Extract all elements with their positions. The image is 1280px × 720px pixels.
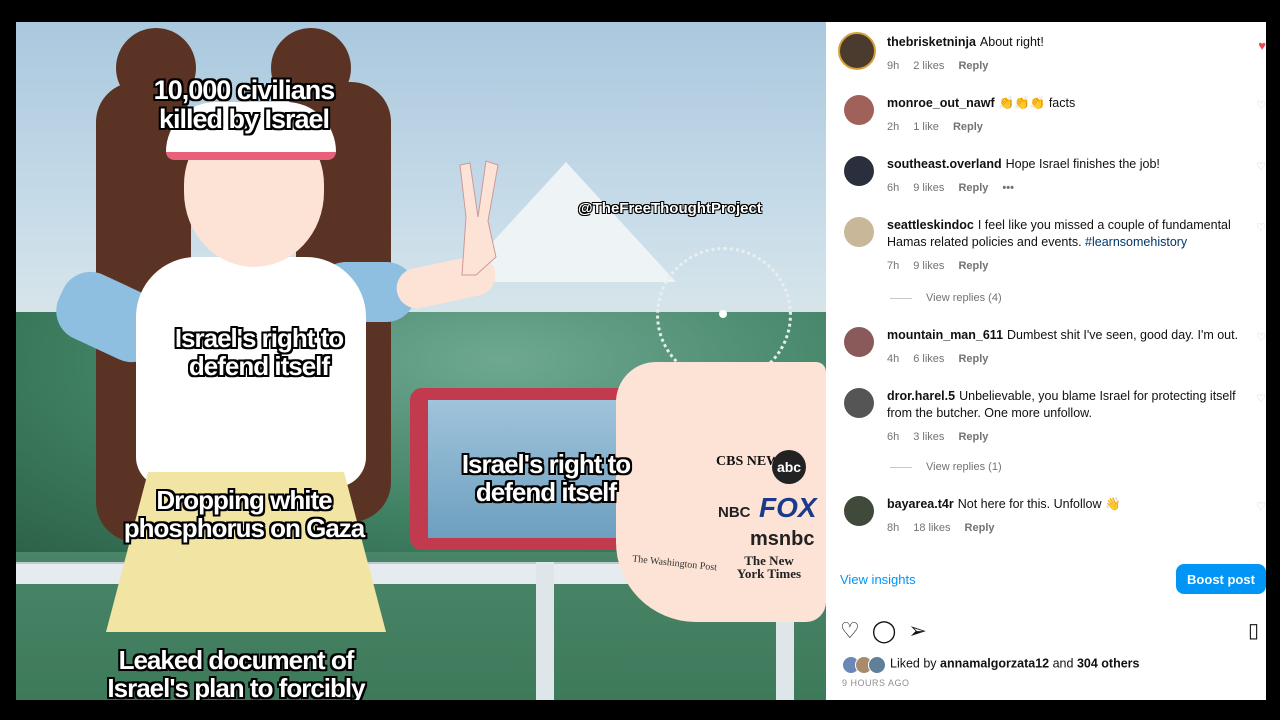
comment-likes[interactable]: 9 likes xyxy=(913,182,944,194)
comments-panel: thebrisketninja About right! 9h 2 likes Rep… xyxy=(826,22,1266,700)
post-timestamp: 9 HOURS AGO xyxy=(842,678,910,688)
view-replies-button[interactable]: View replies (1) xyxy=(890,461,1002,473)
caption-phone: Israel's right to defend itself xyxy=(461,449,631,508)
view-replies-button[interactable]: View replies (4) xyxy=(890,292,1002,304)
comment-likes[interactable]: 18 likes xyxy=(913,522,950,534)
comment-username[interactable]: bayarea.t4r xyxy=(887,497,954,511)
avatar[interactable] xyxy=(838,32,876,70)
others-likes-link[interactable]: 304 others xyxy=(1077,656,1140,670)
reply-button[interactable]: Reply xyxy=(958,431,988,443)
more-options-icon[interactable]: ••• xyxy=(1002,182,1014,194)
liker-avatars xyxy=(842,656,886,674)
heart-icon[interactable]: ♡ xyxy=(1256,331,1266,344)
comment-username[interactable]: dror.harel.5 xyxy=(887,389,955,403)
comment-username[interactable]: thebrisketninja xyxy=(887,35,976,49)
caption-bottom: Leaked document of Israel's plan to forc… xyxy=(107,645,365,700)
watermark: @TheFreeThoughtProject xyxy=(578,200,762,217)
boost-post-button[interactable]: Boost post xyxy=(1176,564,1266,594)
comment-username[interactable]: southeast.overland xyxy=(887,157,1002,171)
heart-icon[interactable]: ♡ xyxy=(1256,221,1266,234)
comment-time: 9h xyxy=(887,60,900,72)
nbc-logo: NBC xyxy=(718,504,751,521)
comment-text: Not here for this. Unfollow 👋 xyxy=(957,497,1121,511)
comment-likes[interactable]: 9 likes xyxy=(913,260,944,272)
view-insights-link[interactable]: View insights xyxy=(840,572,916,587)
peace-sign-hand xyxy=(459,160,499,276)
msnbc-logo: msnbc xyxy=(750,528,815,550)
comment-time: 7h xyxy=(887,260,900,272)
reply-button[interactable]: Reply xyxy=(958,353,988,365)
avatar[interactable] xyxy=(844,156,874,186)
liked-heart-icon[interactable]: ♥ xyxy=(1258,38,1266,53)
avatar[interactable] xyxy=(844,217,874,247)
reply-button[interactable]: Reply xyxy=(958,260,988,272)
heart-icon[interactable]: ♡ xyxy=(840,618,860,643)
caption-lower: Dropping white phosphorus on Gaza xyxy=(123,485,366,544)
hashtag-link[interactable]: #learnsomehistory xyxy=(1085,235,1187,249)
post-actions: ♡ ◯ ➢ xyxy=(840,618,939,644)
comment-time: 2h xyxy=(887,121,900,133)
caption-top: 10,000 civilians killed by Israel xyxy=(153,75,336,135)
abc-logo: abc xyxy=(772,450,806,484)
comment-likes[interactable]: 1 like xyxy=(913,121,939,133)
heart-icon[interactable]: ♡ xyxy=(1256,160,1266,173)
reply-button[interactable]: Reply xyxy=(958,60,988,72)
liked-by-line: Liked by annamalgorzata12 and 304 others xyxy=(842,656,1140,674)
comment-likes[interactable]: 3 likes xyxy=(913,431,944,443)
new-york-times-logo: The New York Times xyxy=(736,553,802,581)
comment-time: 6h xyxy=(887,182,900,194)
comment-text: About right! xyxy=(979,35,1044,49)
comment-icon[interactable]: ◯ xyxy=(872,618,897,643)
liker-username[interactable]: annamalgorzata12 xyxy=(940,656,1049,670)
comment-likes[interactable]: 6 likes xyxy=(913,353,944,365)
comment-time: 6h xyxy=(887,431,900,443)
reply-button[interactable]: Reply xyxy=(953,121,983,133)
comment-text: Hope Israel finishes the job! xyxy=(1005,157,1160,171)
comment-likes[interactable]: 2 likes xyxy=(913,60,944,72)
comment-text: 👏👏👏 facts xyxy=(998,96,1076,110)
comment-text: Dumbest shit I've seen, good day. I'm ou… xyxy=(1007,328,1239,342)
reply-button[interactable]: Reply xyxy=(958,182,988,194)
liked-by-label: Liked by xyxy=(890,656,937,671)
heart-icon[interactable]: ♡ xyxy=(1256,500,1266,513)
liked-by-and: and xyxy=(1052,656,1074,671)
heart-icon[interactable]: ♡ xyxy=(1256,99,1266,112)
caption-middle: Israel's right to defend itself xyxy=(174,323,344,382)
comment-time: 8h xyxy=(887,522,900,534)
avatar[interactable] xyxy=(844,327,874,357)
bookmark-icon[interactable]: ▯ xyxy=(1248,618,1259,643)
comment-username[interactable]: monroe_out_nawf xyxy=(887,96,995,110)
railing-post xyxy=(536,562,554,700)
avatar[interactable] xyxy=(844,95,874,125)
reply-button[interactable]: Reply xyxy=(965,522,995,534)
comment-username[interactable]: mountain_man_611 xyxy=(887,328,1003,342)
heart-icon[interactable]: ♡ xyxy=(1256,392,1266,405)
comment-time: 4h xyxy=(887,353,900,365)
post-image: 10,000 civilians killed by Israel Israel… xyxy=(16,22,826,700)
avatar[interactable] xyxy=(844,496,874,526)
share-icon[interactable]: ➢ xyxy=(908,618,926,643)
avatar[interactable] xyxy=(844,388,874,418)
fox-logo: FOX xyxy=(759,492,817,523)
comment-username[interactable]: seattleskindoc xyxy=(887,218,974,232)
